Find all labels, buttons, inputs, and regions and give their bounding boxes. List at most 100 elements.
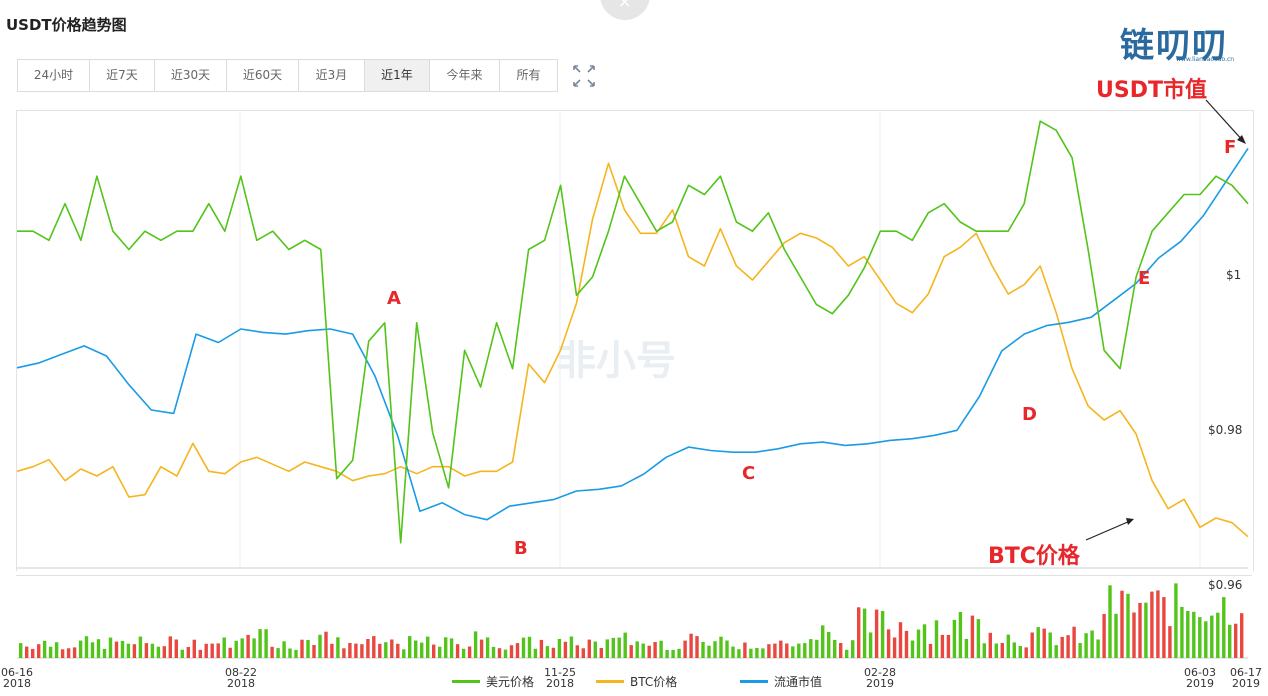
legend-label: 美元价格 bbox=[486, 674, 535, 689]
volume-bar bbox=[1018, 646, 1022, 658]
volume-bar bbox=[1210, 615, 1214, 658]
volume-bar bbox=[150, 643, 155, 658]
volume-bar bbox=[108, 637, 113, 658]
volume-bar bbox=[126, 643, 131, 658]
volume-bar bbox=[312, 645, 316, 658]
volume-bar bbox=[761, 648, 765, 658]
volume-bar bbox=[731, 646, 735, 658]
volume-bar bbox=[827, 632, 831, 658]
volume-bar bbox=[336, 637, 340, 658]
volume-bar bbox=[66, 648, 71, 658]
volume-bar bbox=[982, 643, 986, 658]
volume-bar bbox=[282, 641, 286, 658]
volume-bar bbox=[60, 649, 65, 658]
volume-bar bbox=[791, 646, 795, 658]
volume-bar bbox=[1162, 597, 1166, 658]
volume-bar bbox=[1234, 623, 1238, 658]
volume-bar bbox=[910, 640, 915, 658]
volume-bar bbox=[803, 643, 807, 658]
volume-bar bbox=[402, 649, 406, 658]
volume-bar bbox=[408, 636, 412, 658]
legend-cap[interactable]: 流通市值 bbox=[740, 672, 822, 690]
volume-bar bbox=[683, 640, 687, 658]
volume-bar bbox=[623, 632, 627, 658]
volume-bar bbox=[653, 642, 657, 658]
volume-bar bbox=[617, 637, 621, 658]
volume-bar bbox=[156, 646, 161, 658]
volume-bar bbox=[1156, 590, 1160, 658]
y-tick-096: $0.96 bbox=[1208, 578, 1243, 592]
volume-bar bbox=[1192, 611, 1196, 658]
volume-bar bbox=[246, 634, 250, 658]
volume-bar bbox=[713, 641, 717, 658]
volume-bar bbox=[19, 643, 23, 658]
volume-bar bbox=[37, 644, 41, 658]
volume-bar bbox=[515, 643, 520, 658]
volume-bar bbox=[719, 636, 723, 658]
legend-usd[interactable]: 美元价格 bbox=[452, 672, 534, 690]
volume-bar bbox=[324, 631, 328, 658]
volume-bar bbox=[874, 609, 879, 658]
volume-bar bbox=[749, 648, 753, 658]
volume-bar bbox=[737, 649, 741, 658]
volume-bar bbox=[372, 636, 376, 658]
callout-arrow bbox=[1205, 99, 1245, 143]
volume-bar bbox=[1204, 621, 1208, 658]
volume-bar bbox=[390, 639, 394, 658]
annotation-e: E bbox=[1138, 268, 1151, 289]
volume-bar bbox=[102, 648, 107, 658]
volume-bar bbox=[396, 643, 400, 658]
volume-bar bbox=[473, 631, 478, 658]
volume-bar bbox=[240, 638, 244, 658]
volume-bar bbox=[976, 619, 981, 658]
volume-bar bbox=[707, 645, 711, 658]
callout-arrow bbox=[1085, 520, 1131, 541]
volume-bar bbox=[168, 636, 172, 658]
volume-bar bbox=[54, 642, 59, 658]
volume-bar bbox=[599, 648, 603, 658]
volume-bar bbox=[839, 643, 843, 658]
volume-bar bbox=[1174, 583, 1178, 658]
volume-bar bbox=[868, 632, 873, 658]
volume-bar bbox=[779, 640, 783, 658]
volume-bar bbox=[1108, 585, 1112, 658]
volume-bar bbox=[461, 648, 466, 658]
volume-bar bbox=[521, 637, 526, 658]
volume-bar bbox=[922, 624, 927, 658]
x-tick-label: 06-16 2018 bbox=[1, 666, 33, 690]
volume-bar bbox=[1186, 611, 1190, 658]
volume-bar bbox=[294, 649, 298, 658]
volume-bar bbox=[455, 644, 460, 658]
volume-bar bbox=[940, 634, 945, 658]
volume-bar bbox=[96, 639, 101, 658]
legend-btc[interactable]: BTC价格 bbox=[596, 672, 677, 690]
volume-bar bbox=[629, 645, 633, 658]
annotation-b: B bbox=[514, 538, 528, 559]
volume-bar bbox=[880, 611, 885, 658]
volume-bar bbox=[611, 637, 615, 658]
volume-bar bbox=[647, 645, 651, 658]
volume-bar bbox=[677, 648, 681, 658]
volume-bar bbox=[1168, 626, 1172, 658]
volume-bar bbox=[916, 629, 921, 658]
volume-bar bbox=[204, 643, 208, 658]
volume-bar bbox=[557, 638, 562, 658]
volume-bar bbox=[809, 639, 813, 658]
volume-bar bbox=[1084, 633, 1088, 658]
volume-bar bbox=[348, 643, 352, 658]
trend-chart bbox=[16, 99, 1249, 659]
volume-bar bbox=[258, 629, 262, 658]
volume-bar bbox=[354, 643, 358, 658]
volume-bar bbox=[192, 639, 196, 658]
volume-bar bbox=[1228, 624, 1232, 658]
volume-bar bbox=[138, 636, 143, 658]
volume-bar bbox=[378, 643, 382, 658]
volume-bar bbox=[587, 639, 591, 658]
volume-bar bbox=[1216, 612, 1220, 658]
volume-bar bbox=[120, 640, 125, 658]
volume-bar bbox=[970, 615, 975, 658]
volume-bar bbox=[174, 639, 178, 658]
volume-bar bbox=[701, 642, 705, 658]
volume-bar bbox=[162, 646, 166, 658]
volume-bar bbox=[928, 643, 933, 658]
